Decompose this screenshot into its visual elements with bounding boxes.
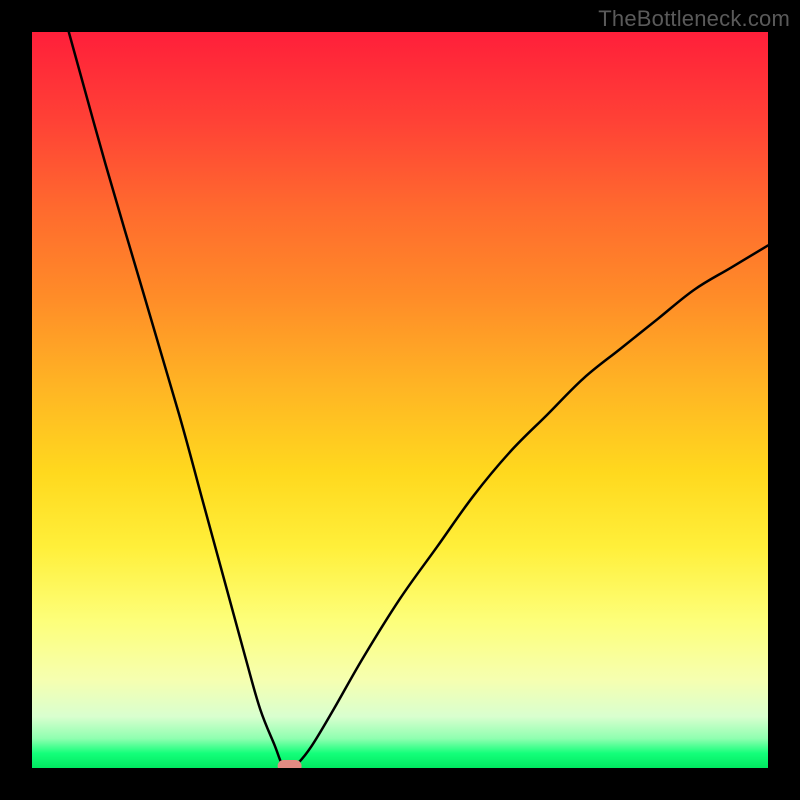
bottleneck-curve bbox=[69, 32, 768, 768]
chart-frame: TheBottleneck.com bbox=[0, 0, 800, 800]
plot-area bbox=[32, 32, 768, 768]
curve-layer bbox=[32, 32, 768, 768]
watermark-text: TheBottleneck.com bbox=[598, 6, 790, 32]
bottleneck-marker bbox=[278, 760, 302, 768]
